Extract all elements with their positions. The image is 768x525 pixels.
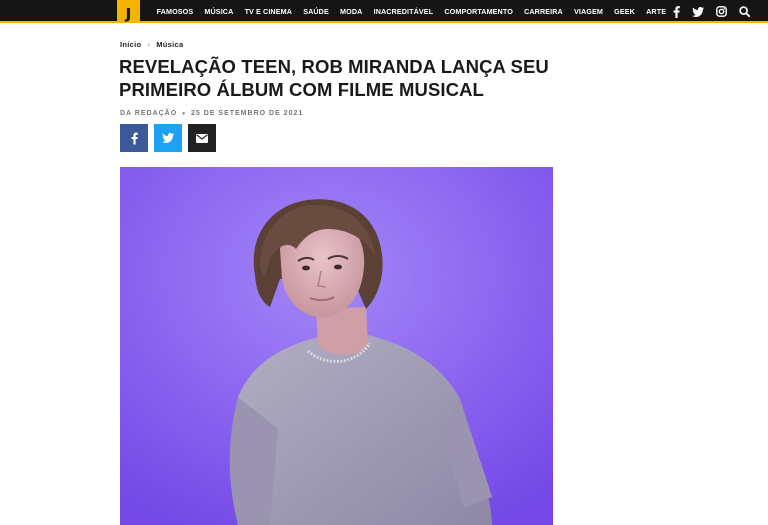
nav-item-viagem[interactable]: VIAGEM xyxy=(568,0,608,23)
facebook-icon xyxy=(131,132,138,144)
article-date: 25 DE SETEMBRO DE 2021 xyxy=(191,110,304,117)
facebook-icon[interactable] xyxy=(673,5,680,18)
nav-item-carreira[interactable]: CARREIRA xyxy=(519,0,569,23)
site-logo[interactable]: ȷ xyxy=(117,0,140,23)
article-hero-image xyxy=(120,167,553,525)
breadcrumb-home[interactable]: Início xyxy=(120,40,141,49)
top-navigation-bar: ȷ FAMOSOS MÚSICA TV E CINEMA SAÚDE MODA … xyxy=(0,0,768,23)
article-title: REVELAÇÃO TEEN, ROB MIRANDA LANÇA SEU PR… xyxy=(119,55,579,101)
article-title-line-1: REVELAÇÃO TEEN, ROB MIRANDA LANÇA SEU xyxy=(119,56,549,77)
instagram-icon[interactable] xyxy=(716,6,727,17)
hero-photo xyxy=(120,167,553,525)
nav-item-inacreditavel[interactable]: INACREDITÁVEL xyxy=(368,0,439,23)
meta-bullet: • xyxy=(182,109,186,118)
twitter-icon xyxy=(162,133,174,143)
twitter-icon[interactable] xyxy=(692,6,704,17)
article-author[interactable]: DA REDAÇÃO xyxy=(120,110,177,117)
nav-item-saude[interactable]: SAÚDE xyxy=(298,0,335,23)
breadcrumb-category[interactable]: Música xyxy=(156,40,183,49)
social-links xyxy=(673,0,750,23)
nav-item-tv-e-cinema[interactable]: TV E CINEMA xyxy=(239,0,298,23)
nav-item-musica[interactable]: MÚSICA xyxy=(199,0,239,23)
email-icon xyxy=(196,133,208,143)
breadcrumb: Início › Música xyxy=(120,40,183,49)
nav-item-arte[interactable]: ARTE xyxy=(641,0,672,23)
search-icon[interactable] xyxy=(739,6,750,17)
logo-mark: ȷ xyxy=(125,1,132,23)
nav-item-moda[interactable]: MODA xyxy=(334,0,368,23)
share-twitter-button[interactable] xyxy=(154,124,182,152)
article-title-line-2: PRIMEIRO ÁLBUM COM FILME MUSICAL xyxy=(119,79,484,100)
nav-item-geek[interactable]: GEEK xyxy=(609,0,641,23)
share-email-button[interactable] xyxy=(188,124,216,152)
main-nav: FAMOSOS MÚSICA TV E CINEMA SAÚDE MODA IN… xyxy=(151,0,672,23)
nav-item-famosos[interactable]: FAMOSOS xyxy=(151,0,199,23)
article-meta: DA REDAÇÃO • 25 DE SETEMBRO DE 2021 xyxy=(120,109,303,118)
breadcrumb-separator: › xyxy=(147,40,151,49)
share-facebook-button[interactable] xyxy=(120,124,148,152)
share-buttons xyxy=(120,124,216,152)
nav-item-comportamento[interactable]: COMPORTAMENTO xyxy=(439,0,519,23)
